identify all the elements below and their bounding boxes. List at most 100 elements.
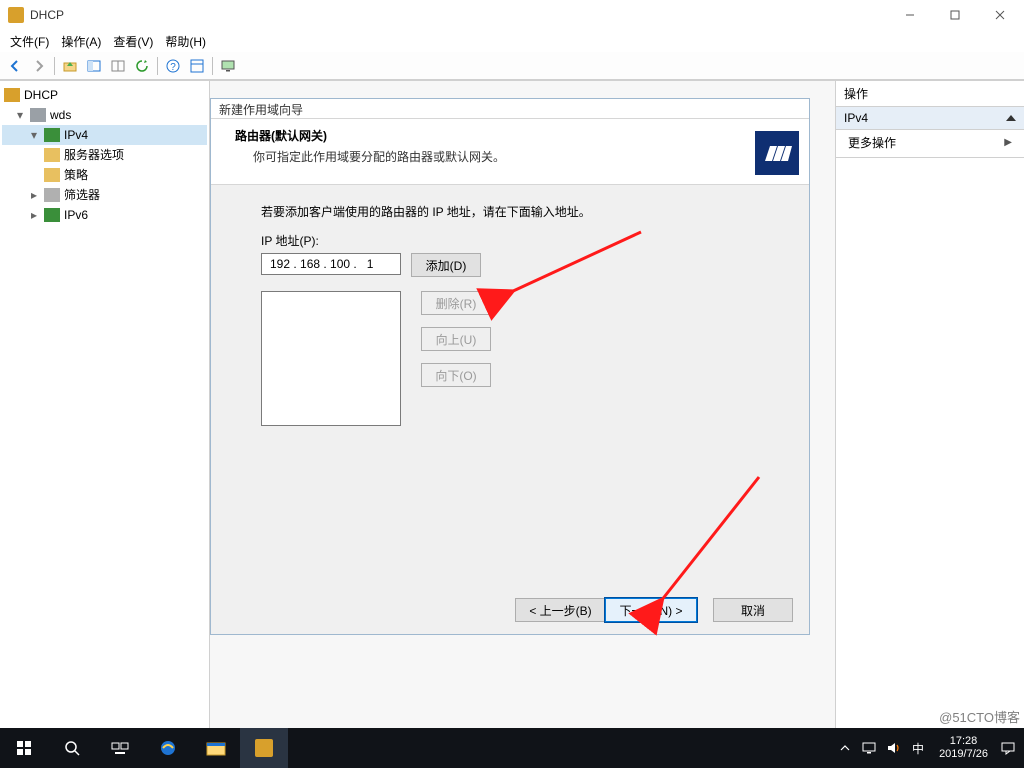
folder-icon xyxy=(44,148,60,162)
tree-root-label: DHCP xyxy=(24,86,58,104)
wizard-instruction: 若要添加客户端使用的路由器的 IP 地址，请在下面输入地址。 xyxy=(261,203,785,220)
dialog-title: 新建作用域向导 xyxy=(211,99,809,119)
add-button[interactable]: 添加(D) xyxy=(411,253,481,277)
clock-time: 17:28 xyxy=(939,735,988,748)
ip-address-value[interactable] xyxy=(268,256,394,272)
toolbar-separator-2 xyxy=(157,57,158,75)
tree-server[interactable]: ▾ wds xyxy=(2,105,207,125)
folder-icon xyxy=(44,188,60,202)
tree-ipv6-label: IPv6 xyxy=(64,206,88,224)
toolbar-separator-3 xyxy=(212,57,213,75)
new-scope-wizard-dialog: 新建作用域向导 路由器(默认网关) 你可指定此作用域要分配的路由器或默认网关。 … xyxy=(210,98,810,635)
ipv6-icon xyxy=(44,208,60,222)
tree-filters-label: 筛选器 xyxy=(64,186,100,204)
content-pane: 新建作用域向导 路由器(默认网关) 你可指定此作用域要分配的路由器或默认网关。 … xyxy=(210,81,836,728)
panel1-icon[interactable] xyxy=(83,55,105,77)
tree-server-options-label: 服务器选项 xyxy=(64,146,124,164)
close-button[interactable] xyxy=(977,1,1022,29)
more-actions-item[interactable]: 更多操作 ▶ xyxy=(836,130,1024,155)
server-icon xyxy=(30,108,46,122)
wizard-buttons: < 上一步(B) 下一步(N) > 取消 xyxy=(515,598,793,622)
actions-pane: 操作 IPv4 更多操作 ▶ xyxy=(836,81,1024,728)
tree-policies-label: 策略 xyxy=(64,166,88,184)
forward-icon[interactable] xyxy=(28,55,50,77)
ip-address-input[interactable] xyxy=(261,253,401,275)
maximize-button[interactable] xyxy=(932,1,977,29)
panel2-icon[interactable] xyxy=(107,55,129,77)
ip-field-label: IP 地址(P): xyxy=(261,232,785,249)
monitor-icon[interactable] xyxy=(217,55,239,77)
expand-icon[interactable]: ▸ xyxy=(28,186,40,204)
tree-ipv6[interactable]: ▸ IPv6 xyxy=(2,205,207,225)
window-titlebar: DHCP xyxy=(0,0,1024,30)
wizard-heading: 路由器(默认网关) xyxy=(235,127,793,144)
move-down-button: 向下(O) xyxy=(421,363,491,387)
tree-ipv4-label: IPv4 xyxy=(64,126,88,144)
next-button[interactable]: 下一步(N) > xyxy=(605,598,697,622)
toolbar-separator xyxy=(54,57,55,75)
taskbar-dhcp-icon[interactable] xyxy=(240,728,288,768)
wizard-nav-group: < 上一步(B) 下一步(N) > xyxy=(515,598,697,622)
back-button[interactable]: < 上一步(B) xyxy=(515,598,605,622)
collapse-triangle-icon xyxy=(1006,115,1016,121)
wizard-body: 若要添加客户端使用的路由器的 IP 地址，请在下面输入地址。 IP 地址(P):… xyxy=(211,185,809,434)
tree-policies[interactable]: 策略 xyxy=(2,165,207,185)
more-actions-label: 更多操作 xyxy=(848,134,896,151)
task-view-icon[interactable] xyxy=(96,728,144,768)
cancel-button[interactable]: 取消 xyxy=(713,598,793,622)
menu-action[interactable]: 操作(A) xyxy=(57,31,105,52)
wizard-header: 路由器(默认网关) 你可指定此作用域要分配的路由器或默认网关。 xyxy=(211,119,809,185)
tree-server-label: wds xyxy=(50,106,71,124)
network-icon[interactable] xyxy=(857,728,881,768)
taskbar-clock[interactable]: 17:28 2019/7/26 xyxy=(931,735,996,761)
action-center-icon[interactable] xyxy=(996,728,1020,768)
minimize-button[interactable] xyxy=(887,1,932,29)
toolbar: ? xyxy=(0,52,1024,80)
tree-filters[interactable]: ▸ 筛选器 xyxy=(2,185,207,205)
menu-file[interactable]: 文件(F) xyxy=(6,31,53,52)
watermark: @51CTO博客 xyxy=(939,707,1020,726)
tree-pane[interactable]: DHCP ▾ wds ▾ IPv4 服务器选项 策略 ▸ 筛选器 ▸ IPv6 xyxy=(0,81,210,728)
remove-button: 删除(R) xyxy=(421,291,491,315)
dhcp-icon xyxy=(255,739,273,757)
ime-indicator[interactable]: 中 xyxy=(905,728,931,768)
menu-bar: 文件(F) 操作(A) 查看(V) 帮助(H) xyxy=(0,30,1024,52)
collapse-icon[interactable]: ▾ xyxy=(14,106,26,124)
actions-section-label: IPv4 xyxy=(844,111,868,125)
tree-root-dhcp[interactable]: DHCP xyxy=(2,85,207,105)
ipv4-icon xyxy=(44,128,60,142)
wizard-banner-icon xyxy=(755,131,799,175)
actions-header: 操作 xyxy=(836,81,1024,107)
ip-address-list[interactable] xyxy=(261,291,401,426)
collapse-icon[interactable]: ▾ xyxy=(28,126,40,144)
taskbar[interactable]: 中 17:28 2019/7/26 xyxy=(0,728,1024,768)
chevron-right-icon: ▶ xyxy=(1004,137,1012,148)
start-button[interactable] xyxy=(0,728,48,768)
help-icon[interactable]: ? xyxy=(162,55,184,77)
systray: 中 17:28 2019/7/26 xyxy=(833,728,1024,768)
refresh-icon[interactable] xyxy=(131,55,153,77)
taskbar-ie-icon[interactable] xyxy=(144,728,192,768)
dhcp-icon xyxy=(4,88,20,102)
app-icon xyxy=(8,7,24,23)
back-icon[interactable] xyxy=(4,55,26,77)
ime-label: 中 xyxy=(912,740,924,757)
move-up-button: 向上(U) xyxy=(421,327,491,351)
menu-help[interactable]: 帮助(H) xyxy=(161,31,210,52)
up-folder-icon[interactable] xyxy=(59,55,81,77)
menu-view[interactable]: 查看(V) xyxy=(109,31,157,52)
volume-icon[interactable] xyxy=(881,728,905,768)
expand-icon[interactable]: ▸ xyxy=(28,206,40,224)
search-icon[interactable] xyxy=(48,728,96,768)
tree-server-options[interactable]: 服务器选项 xyxy=(2,145,207,165)
tree-ipv4[interactable]: ▾ IPv4 xyxy=(2,125,207,145)
folder-icon xyxy=(44,168,60,182)
window-title: DHCP xyxy=(30,8,887,22)
actions-section-ipv4[interactable]: IPv4 xyxy=(836,107,1024,130)
svg-text:?: ? xyxy=(170,62,176,73)
props-icon[interactable] xyxy=(186,55,208,77)
wizard-subheading: 你可指定此作用域要分配的路由器或默认网关。 xyxy=(235,144,793,165)
clock-date: 2019/7/26 xyxy=(939,748,988,761)
tray-expand-icon[interactable] xyxy=(833,728,857,768)
taskbar-explorer-icon[interactable] xyxy=(192,728,240,768)
